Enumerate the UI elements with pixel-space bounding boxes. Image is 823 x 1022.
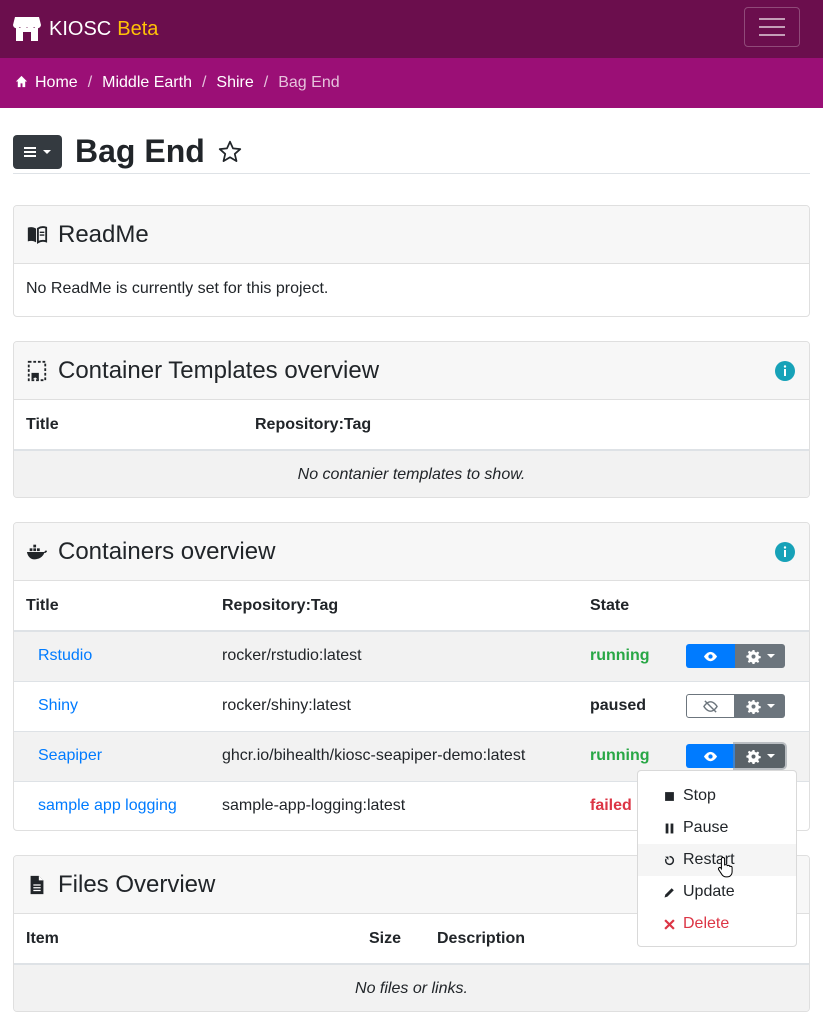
proxy-view-button[interactable] [686,744,735,768]
repo-tag: ghcr.io/bihealth/kiosc-seapiper-demo:lat… [210,730,578,781]
navbar-toggle-button[interactable] [744,7,800,47]
status-badge: paused [578,680,686,731]
breadcrumb-current: Bag End [278,74,340,91]
status-badge: running [578,630,686,681]
brand[interactable]: KIOSC Beta [13,15,158,43]
containers-header: Containers overview [14,523,809,581]
menu-item-pause[interactable]: Pause [638,812,796,844]
menu-item-delete[interactable]: Delete [638,908,796,940]
menu-item-update[interactable]: Update [638,876,796,908]
home-icon [15,75,28,88]
table-row: Shiny rocker/shiny:latest paused [14,680,809,731]
close-icon [664,918,675,930]
menu-item-stop[interactable]: Stop [638,780,796,812]
templates-table: Title Repository:Tag No contanier templa… [14,400,809,497]
column-header: State [578,581,686,632]
proxy-view-button[interactable] [686,694,735,718]
actions-dropdown-button[interactable] [735,694,785,718]
book-icon [27,225,48,244]
column-header: Title [14,581,210,632]
gear-icon [745,749,761,764]
templates-header: Container Templates overview [14,342,809,400]
column-header: Repository:Tag [210,581,578,632]
empty-message: No contanier templates to show. [14,449,809,497]
brand-name: KIOSC [49,17,112,40]
column-header: Size [357,914,425,965]
container-link[interactable]: Seapiper [38,747,102,764]
breadcrumb: Home / Middle Earth / Shire / Bag End [0,58,823,108]
eye-icon [703,651,718,661]
project-menu-button[interactable] [13,134,62,169]
actions-dropdown-button[interactable] [735,744,785,768]
readme-body: No ReadMe is currently set for this proj… [26,280,329,297]
column-header: Item [14,914,357,965]
table-row: Rstudio rocker/rstudio:latest running [14,630,809,681]
breadcrumb-middle-earth[interactable]: Middle Earth [102,74,192,92]
beta-badge: Beta [117,17,159,40]
top-navbar: KIOSC Beta [0,0,823,58]
repo-tag: rocker/shiny:latest [210,680,578,731]
column-header: Title [14,400,243,451]
info-icon[interactable] [775,542,795,562]
files-title: Files Overview [58,870,216,898]
gear-icon [745,699,761,714]
breadcrumb-shire[interactable]: Shire [216,74,253,92]
readme-card: ReadMe No ReadMe is currently set for th… [13,205,810,317]
eye-off-icon [703,699,718,713]
container-link[interactable]: Shiny [38,697,78,714]
restart-icon [664,855,675,865]
repo-tag: rocker/rstudio:latest [210,630,578,681]
container-link[interactable]: sample app logging [38,797,177,814]
eye-icon [703,751,718,761]
gear-icon [745,649,761,664]
proxy-view-button[interactable] [686,644,735,669]
readme-header: ReadMe [14,206,809,264]
pause-icon [665,823,674,833]
info-icon[interactable] [775,361,795,381]
template-icon [27,360,47,381]
file-icon [30,875,44,894]
container-templates-card: Container Templates overview Title Repos… [13,341,810,498]
actions-dropdown-button[interactable] [735,644,785,669]
container-link[interactable]: Rstudio [38,647,92,664]
hand-cursor-icon [717,856,733,878]
pencil-icon [664,887,674,897]
templates-title: Container Templates overview [58,356,380,384]
empty-message: No files or links. [14,963,809,1011]
store-icon [13,17,41,41]
page-title: Bag End [75,133,205,169]
star-outline-icon[interactable] [217,139,243,165]
readme-title: ReadMe [58,220,149,248]
column-header: Repository:Tag [243,400,809,451]
breadcrumb-home[interactable]: Home [15,74,78,92]
stop-icon [665,791,674,801]
repo-tag: sample-app-logging:latest [210,780,578,830]
containers-title: Containers overview [58,537,276,565]
docker-icon [26,544,48,559]
page-header: Bag End [13,130,810,174]
